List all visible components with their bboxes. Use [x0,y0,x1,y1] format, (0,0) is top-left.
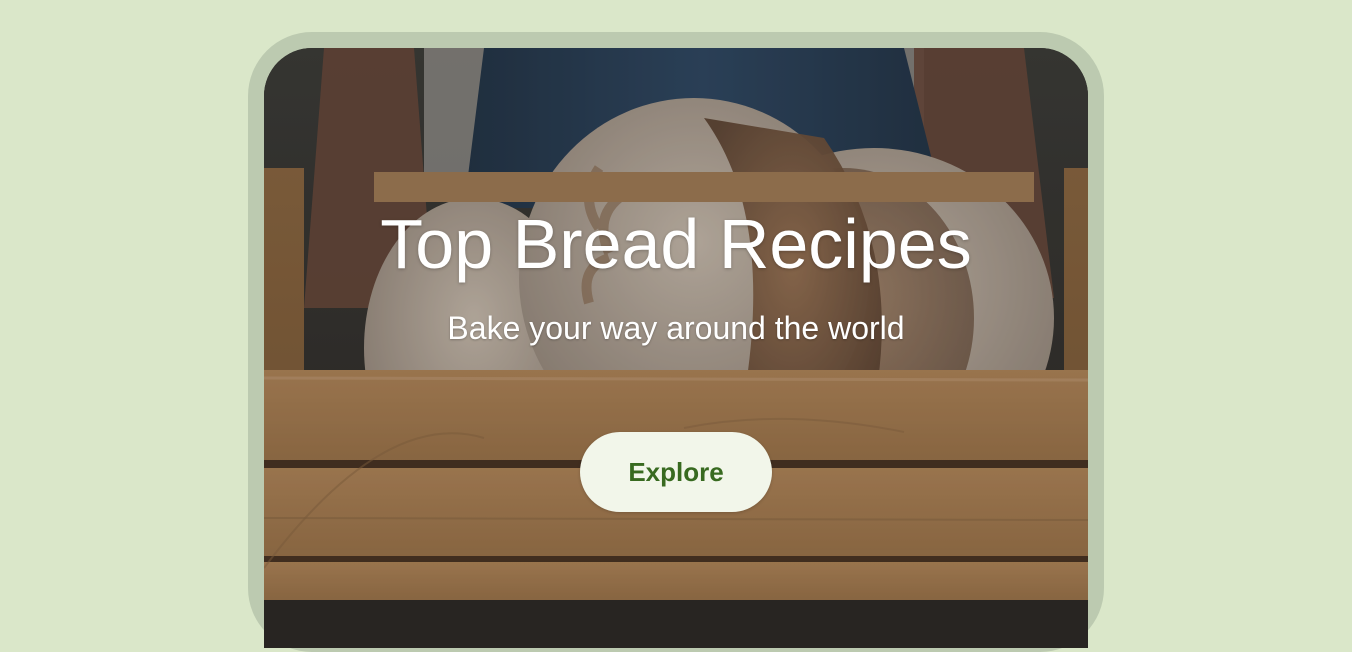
hero-banner: Top Bread Recipes Bake your way around t… [264,48,1088,600]
hero-subtitle: Bake your way around the world [447,310,905,346]
app-screen: Top Bread Recipes Bake your way around t… [264,48,1088,648]
hero-title: Top Bread Recipes [380,205,972,283]
explore-button[interactable]: Explore [580,432,772,512]
